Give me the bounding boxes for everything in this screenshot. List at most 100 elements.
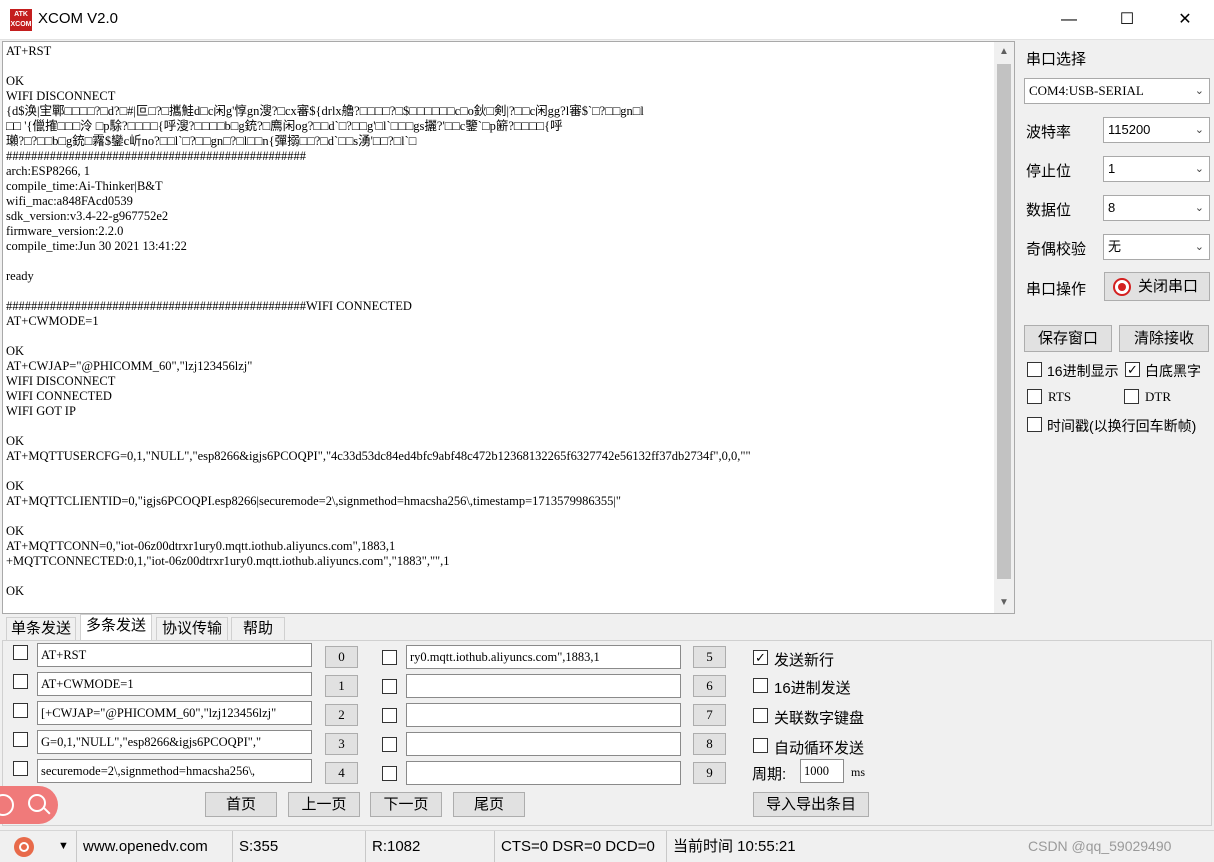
app-logo: ATK XCOM [10,9,32,31]
tab-help[interactable]: 帮助 [231,617,285,641]
send-button-9[interactable]: 9 [693,762,726,784]
rts-checkbox[interactable] [1027,389,1042,404]
chevron-down-icon: ⌄ [1194,241,1204,253]
numeric-keypad-checkbox[interactable] [753,708,768,723]
databits-select-value: 8 [1108,200,1116,215]
received-count: R:1082 [365,831,494,862]
row-checkbox-4[interactable] [13,761,28,776]
parity-select[interactable]: 无 ⌄ [1103,234,1210,260]
chevron-down-icon: ⌄ [1194,124,1204,136]
parity-label: 奇偶校验 [1026,241,1087,258]
chevron-down-icon: ⌄ [1194,202,1204,214]
prev-page-button[interactable]: 上一页 [288,792,360,817]
period-input[interactable]: 1000 [800,759,844,783]
current-time: 当前时间 10:55:21 [666,831,866,862]
port-select[interactable]: COM4:USB-SERIAL ⌄ [1024,78,1210,104]
row-checkbox-6[interactable] [382,679,397,694]
period-label: 周期: [752,766,787,783]
scroll-thumb[interactable] [997,64,1011,579]
website-link[interactable]: www.openedv.com [76,831,232,862]
row-checkbox-5[interactable] [382,650,397,665]
last-page-button[interactable]: 尾页 [453,792,525,817]
send-input-5[interactable]: ry0.mqtt.iothub.aliyuncs.com",1883,1 [406,645,681,669]
send-button-0[interactable]: 0 [325,646,358,668]
dropdown-arrow-icon[interactable]: ▼ [58,831,69,862]
dtr-checkbox[interactable] [1124,389,1139,404]
floating-toolbar[interactable] [0,786,58,824]
timestamp-checkbox[interactable] [1027,417,1042,432]
databits-label: 数据位 [1026,202,1072,219]
first-page-button[interactable]: 首页 [205,792,277,817]
send-input-1[interactable]: AT+CWMODE=1 [37,672,312,696]
row-checkbox-0[interactable] [13,645,28,660]
row-checkbox-2[interactable] [13,703,28,718]
send-input-3[interactable]: G=0,1,"NULL","esp8266&igjs6PCOQPI"," [37,730,312,754]
timestamp-label: 时间戳(以换行回车断帧) [1047,418,1197,434]
hex-send-checkbox[interactable] [753,678,768,693]
auto-loop-label: 自动循环发送 [774,740,865,757]
white-black-checkbox[interactable]: ✓ [1125,362,1140,377]
send-input-2[interactable]: [+CWJAP="@PHICOMM_60","lzj123456lzj" [37,701,312,725]
send-button-8[interactable]: 8 [693,733,726,755]
send-input-9[interactable] [406,761,681,785]
auto-loop-checkbox[interactable] [753,738,768,753]
title-bar: ATK XCOM XCOM V2.0 — ☐ ✕ [0,0,1214,40]
scroll-up-icon[interactable]: ▲ [994,42,1014,62]
chevron-down-icon: ⌄ [1194,85,1204,97]
port-label: 串口选择 [1026,51,1087,68]
period-unit: ms [851,765,866,779]
app-logo-text: ATK XCOM [10,11,32,28]
port-status-icon [1113,278,1131,296]
stopbits-select-value: 1 [1108,161,1116,176]
close-port-button[interactable]: 关闭串口 [1104,272,1210,301]
row-checkbox-7[interactable] [382,708,397,723]
send-button-3[interactable]: 3 [325,733,358,755]
row-checkbox-9[interactable] [382,766,397,781]
baud-select[interactable]: 115200 ⌄ [1103,117,1210,143]
tab-protocol[interactable]: 协议传输 [156,617,228,641]
save-window-button[interactable]: 保存窗口 [1024,325,1112,352]
numeric-keypad-label: 关联数字键盘 [774,710,865,727]
settings-gear-icon[interactable] [14,837,34,857]
send-input-7[interactable] [406,703,681,727]
line-status: CTS=0 DSR=0 DCD=0 [494,831,666,862]
row-checkbox-8[interactable] [382,737,397,752]
rts-label: RTS [1048,389,1072,404]
search-icon-handle [43,807,51,815]
send-button-7[interactable]: 7 [693,704,726,726]
send-input-8[interactable] [406,732,681,756]
clear-receive-button[interactable]: 清除接收 [1119,325,1209,352]
hex-display-checkbox[interactable] [1027,362,1042,377]
maximize-button[interactable]: ☐ [1098,0,1156,40]
send-newline-checkbox[interactable]: ✓ [753,650,768,665]
send-button-5[interactable]: 5 [693,646,726,668]
send-button-2[interactable]: 2 [325,704,358,726]
minimize-button[interactable]: — [1040,0,1098,40]
row-checkbox-1[interactable] [13,674,28,689]
status-bar: ▼ www.openedv.com S:355 R:1082 CTS=0 DSR… [0,830,1214,862]
baud-select-value: 115200 [1108,122,1151,137]
receive-area[interactable]: AT+RST OK WIFI DISCONNECT {d$涣|宔鄲□□□□?□d… [2,41,1015,614]
tab-multi-send[interactable]: 多条发送 [80,614,152,641]
send-button-6[interactable]: 6 [693,675,726,697]
databits-select[interactable]: 8 ⌄ [1103,195,1210,221]
send-button-1[interactable]: 1 [325,675,358,697]
receive-scrollbar[interactable]: ▲ ▼ [994,42,1014,613]
close-button[interactable]: ✕ [1156,0,1214,40]
row-checkbox-3[interactable] [13,732,28,747]
send-button-4[interactable]: 4 [325,762,358,784]
stopbits-select[interactable]: 1 ⌄ [1103,156,1210,182]
next-page-button[interactable]: 下一页 [370,792,442,817]
record-icon[interactable] [0,794,14,816]
send-input-6[interactable] [406,674,681,698]
chevron-down-icon: ⌄ [1194,163,1204,175]
close-port-label: 关闭串口 [1137,278,1198,295]
hex-send-label: 16进制发送 [774,680,851,697]
send-input-4[interactable]: securemode=2\,signmethod=hmacsha256\, [37,759,312,783]
baud-label: 波特率 [1026,124,1072,141]
scroll-down-icon[interactable]: ▼ [994,593,1014,613]
parity-select-value: 无 [1108,239,1122,254]
send-input-0[interactable]: AT+RST [37,643,312,667]
tab-single-send[interactable]: 单条发送 [6,617,76,641]
import-export-button[interactable]: 导入导出条目 [753,792,869,817]
